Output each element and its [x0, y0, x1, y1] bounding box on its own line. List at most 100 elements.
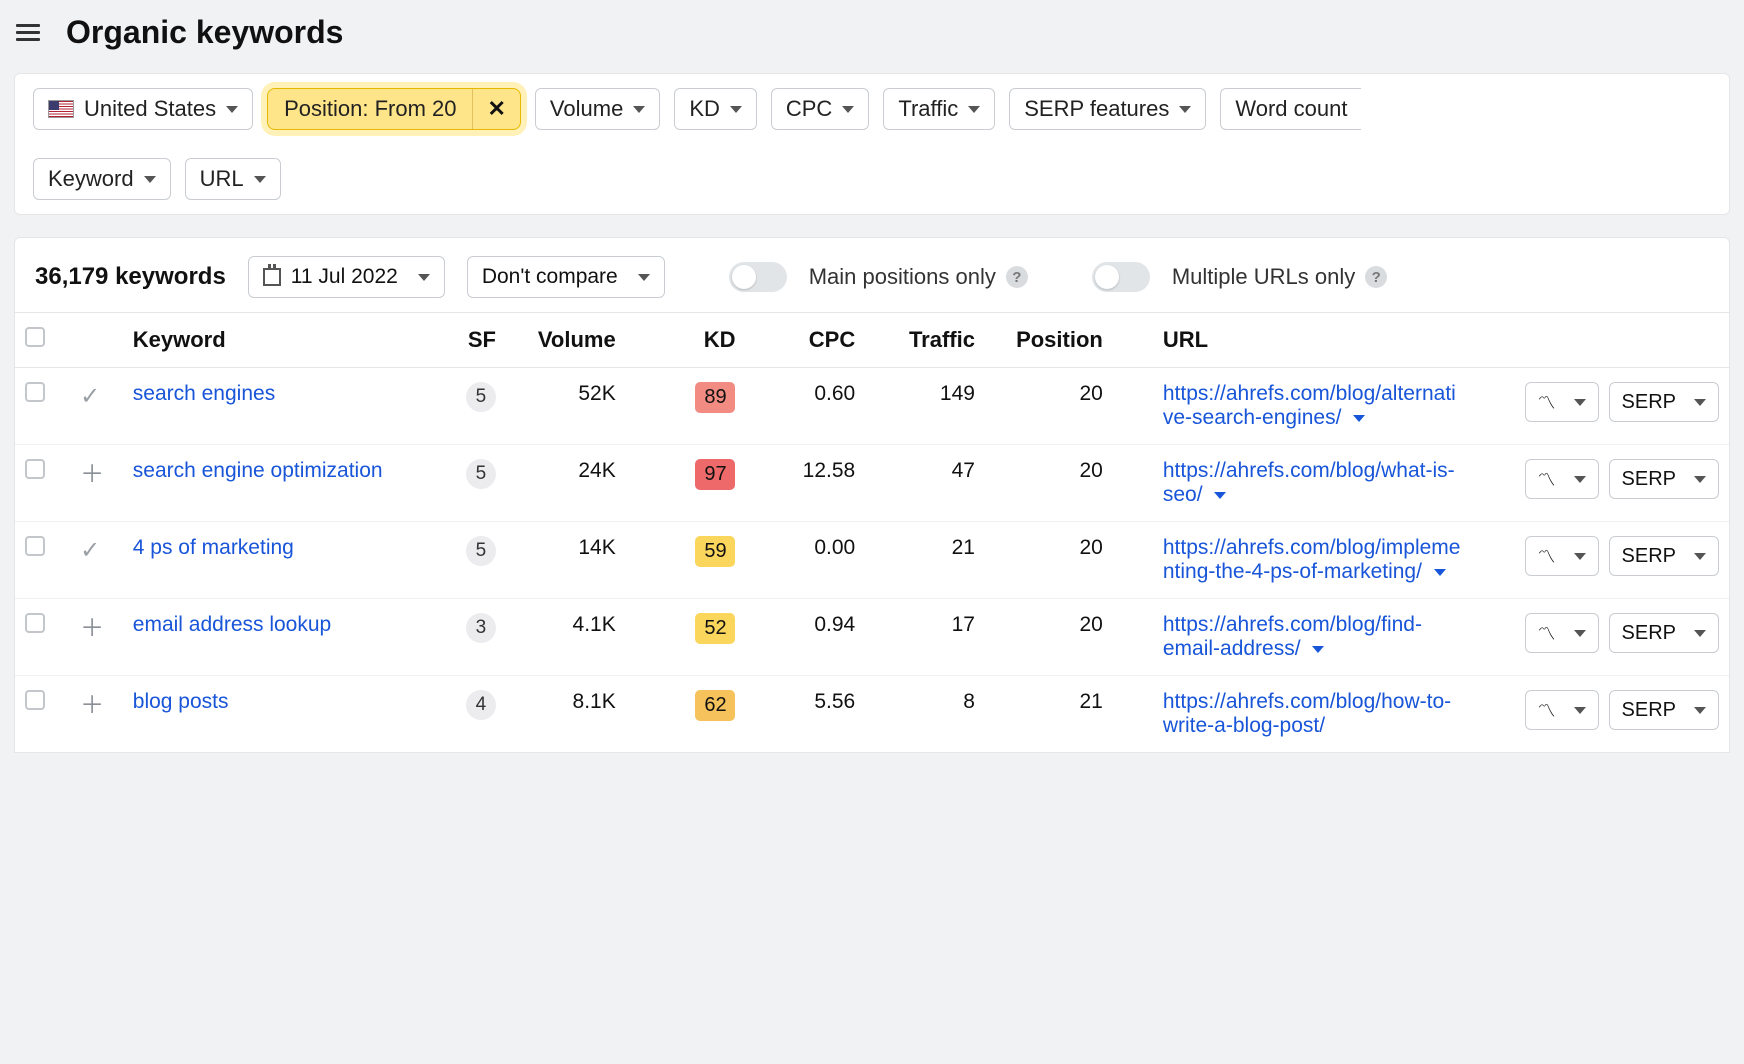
chevron-down-icon[interactable] [1353, 415, 1365, 422]
chevron-down-icon[interactable] [1214, 492, 1226, 499]
row-checkbox[interactable] [25, 459, 45, 479]
chevron-down-icon [1694, 399, 1706, 406]
sf-badge[interactable]: 5 [466, 459, 496, 489]
position-filter-chip[interactable]: Position: From 20 ✕ [267, 88, 521, 130]
table-row: ✓search engines552K890.6014920https://ah… [15, 368, 1729, 445]
cpc-cell: 5.56 [745, 676, 865, 753]
row-checkbox[interactable] [25, 613, 45, 633]
kd-badge: 89 [695, 382, 735, 413]
keyword-filter[interactable]: Keyword [33, 158, 171, 200]
serp-button[interactable]: SERP [1609, 536, 1719, 576]
expand-icon[interactable]: ＋ [80, 690, 104, 714]
close-icon[interactable]: ✕ [473, 96, 519, 122]
chevron-down-icon [1694, 707, 1706, 714]
volume-cell: 24K [506, 445, 626, 522]
traffic-cell: 17 [865, 599, 985, 676]
expand-icon[interactable]: ＋ [80, 459, 104, 483]
multiple-urls-toggle[interactable] [1092, 262, 1150, 292]
check-icon: ✓ [80, 537, 100, 564]
trend-button[interactable]: 〽 [1525, 382, 1599, 422]
volume-filter[interactable]: Volume [535, 88, 660, 130]
url-filter[interactable]: URL [185, 158, 281, 200]
chevron-down-icon [1694, 476, 1706, 483]
keyword-link[interactable]: blog posts [133, 690, 229, 713]
topbar: Organic keywords [0, 0, 1744, 73]
chevron-down-icon [730, 106, 742, 113]
url-link[interactable]: https://ahrefs.com/blog/alternative-sear… [1163, 382, 1456, 429]
keyword-link[interactable]: email address lookup [133, 613, 331, 636]
col-sf[interactable]: SF [434, 313, 506, 368]
chevron-down-icon[interactable] [1312, 646, 1324, 653]
serp-button[interactable]: SERP [1609, 459, 1719, 499]
trend-icon: 〽 [1538, 620, 1556, 646]
kd-filter[interactable]: KD [674, 88, 757, 130]
position-cell: 20 [985, 599, 1113, 676]
table-row: ＋blog posts48.1K625.56821https://ahrefs.… [15, 676, 1729, 753]
trend-button[interactable]: 〽 [1525, 536, 1599, 576]
help-icon[interactable]: ? [1365, 266, 1387, 288]
trend-button[interactable]: 〽 [1525, 613, 1599, 653]
serp-features-filter[interactable]: SERP features [1009, 88, 1206, 130]
chevron-down-icon [418, 274, 430, 281]
table-row: ＋search engine optimization524K9712.5847… [15, 445, 1729, 522]
col-url[interactable]: URL [1113, 313, 1472, 368]
chevron-down-icon [1694, 630, 1706, 637]
keyword-link[interactable]: 4 ps of marketing [133, 536, 294, 559]
keywords-table: Keyword SF Volume KD CPC Traffic Positio… [14, 313, 1730, 753]
chevron-down-icon [1574, 476, 1586, 483]
compare-picker[interactable]: Don't compare [467, 256, 665, 298]
chevron-down-icon[interactable] [1434, 569, 1446, 576]
date-picker[interactable]: 11 Jul 2022 [248, 256, 445, 298]
col-traffic[interactable]: Traffic [865, 313, 985, 368]
country-filter[interactable]: United States [33, 88, 253, 130]
sf-badge[interactable]: 5 [466, 382, 496, 412]
keyword-link[interactable]: search engine optimization [133, 459, 383, 482]
serp-button[interactable]: SERP [1609, 613, 1719, 653]
url-link[interactable]: https://ahrefs.com/blog/find-email-addre… [1163, 613, 1422, 660]
sf-badge[interactable]: 3 [466, 613, 496, 643]
multiple-urls-label: Multiple URLs only ? [1172, 264, 1387, 290]
col-keyword[interactable]: Keyword [123, 313, 434, 368]
serp-button[interactable]: SERP [1609, 382, 1719, 422]
cpc-cell: 12.58 [745, 445, 865, 522]
trend-icon: 〽 [1538, 389, 1556, 415]
chevron-down-icon [1694, 553, 1706, 560]
col-cpc[interactable]: CPC [745, 313, 865, 368]
chevron-down-icon [1574, 630, 1586, 637]
col-position[interactable]: Position [985, 313, 1113, 368]
menu-icon[interactable] [8, 16, 48, 49]
cpc-cell: 0.94 [745, 599, 865, 676]
word-count-filter[interactable]: Word count [1220, 88, 1361, 130]
row-checkbox[interactable] [25, 536, 45, 556]
traffic-cell: 8 [865, 676, 985, 753]
url-link[interactable]: https://ahrefs.com/blog/what-is-seo/ [1163, 459, 1455, 506]
kd-badge: 52 [695, 613, 735, 644]
sf-badge[interactable]: 4 [466, 690, 496, 720]
keyword-link[interactable]: search engines [133, 382, 275, 405]
select-all-checkbox[interactable] [25, 327, 45, 347]
cpc-filter[interactable]: CPC [771, 88, 869, 130]
position-filter-label: Position: From 20 [268, 88, 472, 130]
traffic-filter[interactable]: Traffic [883, 88, 995, 130]
url-link[interactable]: https://ahrefs.com/blog/implementing-the… [1163, 536, 1461, 583]
row-checkbox[interactable] [25, 382, 45, 402]
url-link[interactable]: https://ahrefs.com/blog/how-to-write-a-b… [1163, 690, 1451, 737]
trend-button[interactable]: 〽 [1525, 459, 1599, 499]
main-positions-toggle[interactable] [729, 262, 787, 292]
chevron-down-icon [144, 176, 156, 183]
cpc-cell: 0.00 [745, 522, 865, 599]
expand-icon[interactable]: ＋ [80, 613, 104, 637]
serp-button[interactable]: SERP [1609, 690, 1719, 730]
row-checkbox[interactable] [25, 690, 45, 710]
page-title: Organic keywords [66, 14, 343, 51]
help-icon[interactable]: ? [1006, 266, 1028, 288]
chevron-down-icon [1179, 106, 1191, 113]
date-label: 11 Jul 2022 [291, 265, 398, 289]
sf-badge[interactable]: 5 [466, 536, 496, 566]
us-flag-icon [48, 100, 74, 118]
col-kd[interactable]: KD [626, 313, 746, 368]
traffic-cell: 21 [865, 522, 985, 599]
col-volume[interactable]: Volume [506, 313, 626, 368]
volume-cell: 4.1K [506, 599, 626, 676]
trend-button[interactable]: 〽 [1525, 690, 1599, 730]
